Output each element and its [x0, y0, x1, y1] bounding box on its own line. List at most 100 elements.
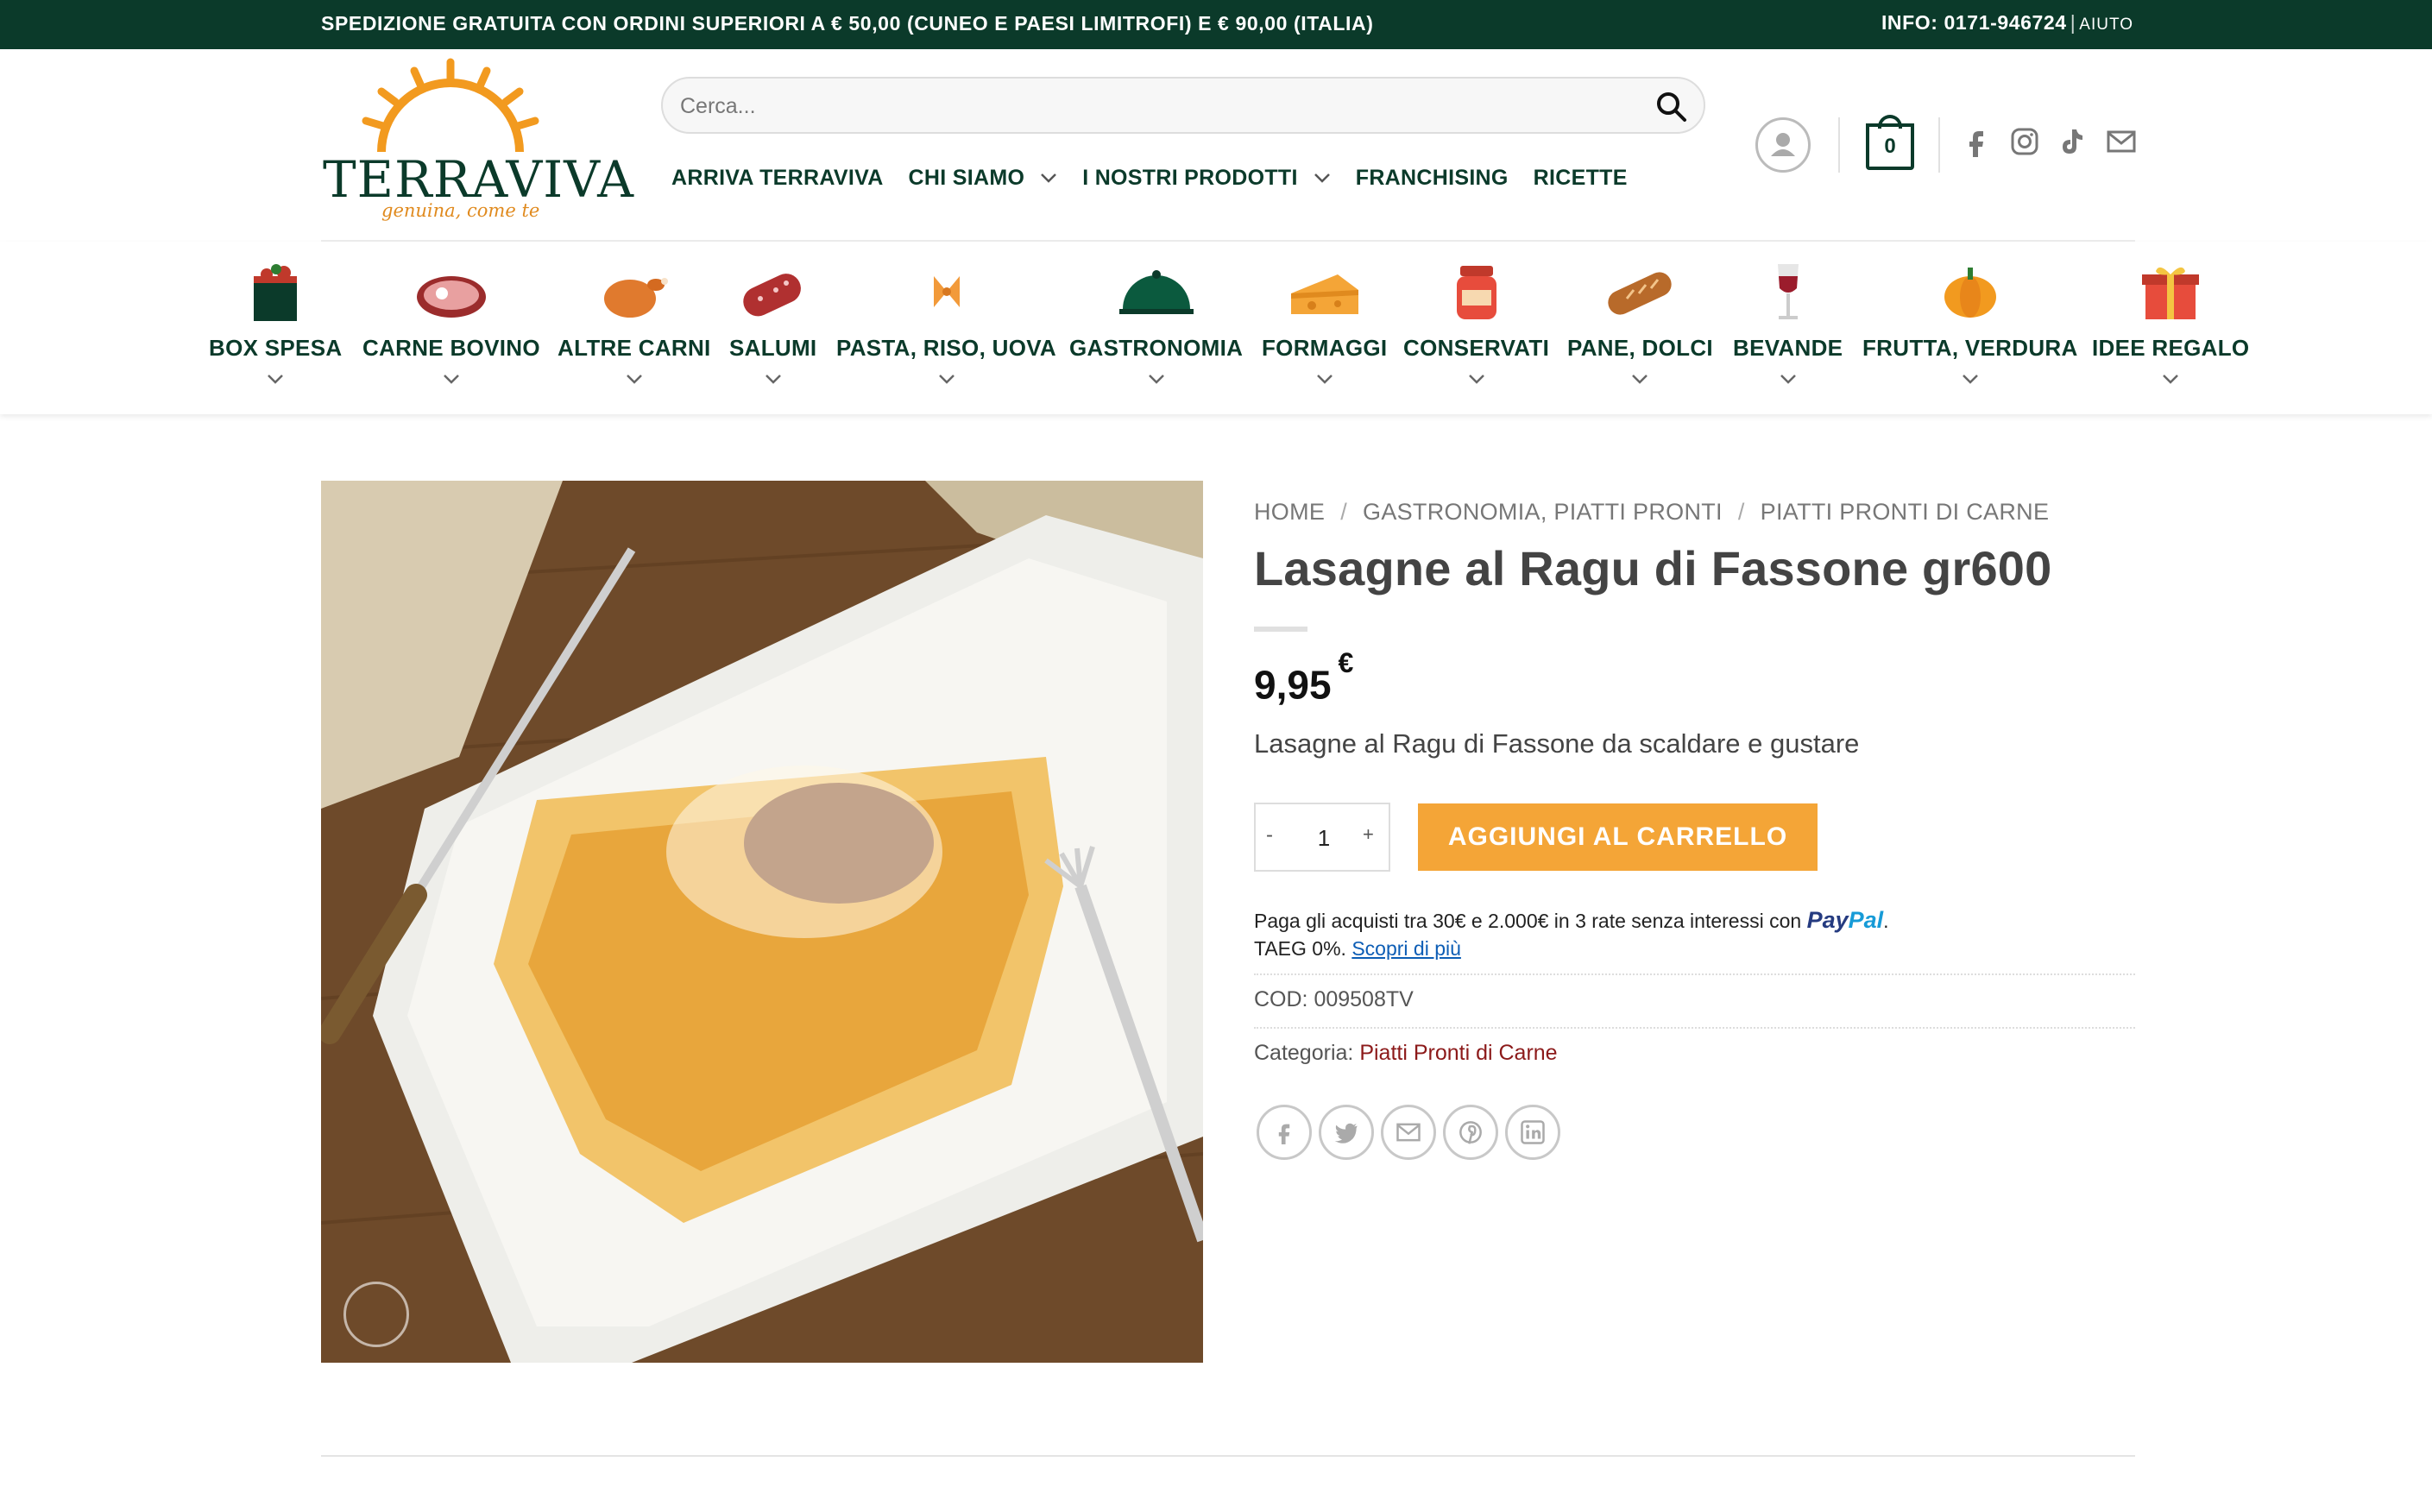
paypal-message: Paga gli acquisti tra 30€ e 2.000€ in 3 … [1254, 906, 1889, 962]
share-facebook-button[interactable] [1257, 1105, 1312, 1160]
zoom-button[interactable] [343, 1282, 409, 1347]
share-linkedin-button[interactable] [1505, 1105, 1560, 1160]
category-carne-bovino[interactable]: CARNE BOVINO [362, 259, 540, 384]
account-button[interactable] [1755, 117, 1811, 173]
category-box-spesa[interactable]: BOX SPESA [209, 259, 342, 384]
title-divider [1254, 627, 1307, 632]
twitter-icon [1334, 1123, 1358, 1143]
email-icon [1396, 1123, 1421, 1142]
pumpkin-icon [1944, 268, 1996, 318]
nav-arriva-terraviva[interactable]: ARRIVA TERRAVIVA [671, 161, 884, 195]
category-label: CARNE BOVINO [362, 335, 540, 361]
product-title: Lasagne al Ragu di Fassone gr600 [1254, 541, 2052, 595]
help-link[interactable]: AIUTO [2079, 16, 2133, 34]
product-image[interactable] [321, 481, 1203, 1363]
chevron-down-icon [1041, 173, 1057, 183]
chevron-down-icon [1632, 375, 1648, 384]
box-spesa-icon [254, 264, 298, 321]
category-bevande[interactable]: BEVANDE [1733, 259, 1843, 384]
category-pasta-riso-uova[interactable]: PASTA, RISO, UOVA [836, 259, 1056, 384]
chevron-down-icon [1316, 375, 1333, 384]
category-link[interactable]: Piatti Pronti di Carne [1359, 1041, 1557, 1065]
category-conservati[interactable]: CONSERVATI [1403, 259, 1549, 384]
chevron-down-icon [1148, 375, 1164, 384]
header-divider [1838, 117, 1840, 173]
share-twitter-button[interactable] [1319, 1105, 1374, 1160]
quantity-minus-button[interactable]: - [1266, 823, 1273, 847]
category-meta-label: Categoria: [1254, 1041, 1354, 1065]
salami-icon [743, 274, 801, 317]
instagram-icon[interactable] [2009, 126, 2040, 157]
chevron-down-icon [1314, 173, 1330, 183]
shipping-notice: SPEDIZIONE GRATUITA CON ORDINI SUPERIORI… [321, 12, 1374, 35]
top-bar: SPEDIZIONE GRATUITA CON ORDINI SUPERIORI… [0, 0, 2432, 49]
roast-chicken-icon [603, 278, 668, 318]
site-logo[interactable]: TERRAVIVA genuina, come te [321, 57, 633, 230]
farfalle-pasta-icon [933, 276, 960, 307]
category-label: CONSERVATI [1403, 335, 1550, 361]
steak-icon [416, 276, 486, 318]
cloche-icon [1118, 270, 1194, 314]
nav-label: CHI SIAMO [908, 165, 1025, 190]
category-salumi[interactable]: SALUMI [729, 259, 816, 384]
category-idee-regalo[interactable]: IDEE REGALO [2092, 259, 2249, 384]
cart-count: 0 [1866, 123, 1914, 170]
linkedin-icon [1521, 1120, 1545, 1144]
paypal-learn-more-link[interactable]: Scopri di più [1351, 937, 1461, 960]
nav-chi-siamo[interactable]: CHI SIAMO [909, 161, 1058, 195]
category-label: IDEE REGALO [2092, 335, 2250, 361]
chevron-down-icon [1780, 375, 1796, 384]
lasagne-photo [321, 481, 1203, 1363]
wine-glass-icon [1777, 264, 1799, 319]
category-label: SALUMI [729, 335, 817, 361]
paypal-logo: PayPal [1807, 907, 1884, 933]
quantity-plus-button[interactable]: + [1363, 823, 1374, 846]
nav-i-nostri-prodotti[interactable]: I NOSTRI PRODOTTI [1082, 161, 1331, 195]
product-sku: COD: 009508TV [1254, 987, 1414, 1011]
chevron-down-icon [938, 375, 955, 384]
nav-ricette[interactable]: RICETTE [1534, 161, 1628, 195]
category-label: BEVANDE [1733, 335, 1843, 361]
category-formaggi[interactable]: FORMAGGI [1262, 259, 1387, 384]
search-input[interactable] [680, 89, 1612, 123]
chevron-down-icon [2163, 375, 2179, 384]
paypal-line-2: TAEG 0%. Scopri di più [1254, 935, 1889, 962]
category-label: FRUTTA, VERDURA [1862, 335, 2078, 361]
chevron-down-icon [626, 375, 642, 384]
chevron-down-icon [1468, 375, 1484, 384]
category-bar: BOX SPESA CARNE BOVINO ALTRE CARNI SALUM… [0, 242, 2432, 414]
quantity-input[interactable]: 1 [1309, 825, 1339, 852]
category-pane-dolci[interactable]: PANE, DOLCI [1567, 259, 1713, 384]
user-icon [1771, 133, 1795, 156]
chevron-down-icon [1962, 375, 1978, 384]
email-icon[interactable] [2106, 126, 2137, 157]
nav-label: RICETTE [1533, 165, 1628, 190]
tiktok-icon[interactable] [2057, 126, 2089, 157]
logo-tagline: genuina, come te [381, 200, 540, 221]
search-icon[interactable] [1655, 91, 1688, 123]
share-pinterest-button[interactable] [1443, 1105, 1498, 1160]
info-phone-link[interactable]: INFO: 0171-946724 [1881, 11, 2067, 34]
category-label: GASTRONOMIA [1069, 335, 1244, 361]
breadcrumb-piatti-pronti-di-carne[interactable]: PIATTI PRONTI DI CARNE [1761, 499, 2050, 525]
header-divider [1938, 117, 1940, 173]
category-altre-carni[interactable]: ALTRE CARNI [558, 259, 711, 384]
facebook-icon[interactable] [1961, 126, 1992, 157]
share-email-button[interactable] [1381, 1105, 1436, 1160]
bread-icon [1608, 272, 1673, 315]
cheese-icon [1290, 274, 1358, 314]
category-frutta-verdura[interactable]: FRUTTA, VERDURA [1862, 259, 2078, 384]
paypal-logo-pay: Pay [1806, 907, 1849, 933]
cart-button[interactable]: 0 [1866, 115, 1914, 170]
price-currency: € [1338, 647, 1354, 678]
nav-franchising[interactable]: FRANCHISING [1356, 161, 1509, 195]
category-gastronomia[interactable]: GASTRONOMIA [1069, 259, 1243, 384]
add-to-cart-button[interactable]: AGGIUNGI AL CARRELLO [1418, 803, 1818, 871]
paypal-text: Paga gli acquisti tra 30€ e 2.000€ in 3 … [1254, 910, 1802, 932]
breadcrumb-gastronomia[interactable]: GASTRONOMIA, PIATTI PRONTI [1363, 499, 1723, 525]
chevron-down-icon [444, 375, 459, 384]
paypal-period: . [1883, 910, 1889, 932]
jar-icon [1456, 266, 1496, 319]
product-category: Categoria: Piatti Pronti di Carne [1254, 1041, 1558, 1066]
breadcrumb-home[interactable]: HOME [1254, 499, 1325, 525]
